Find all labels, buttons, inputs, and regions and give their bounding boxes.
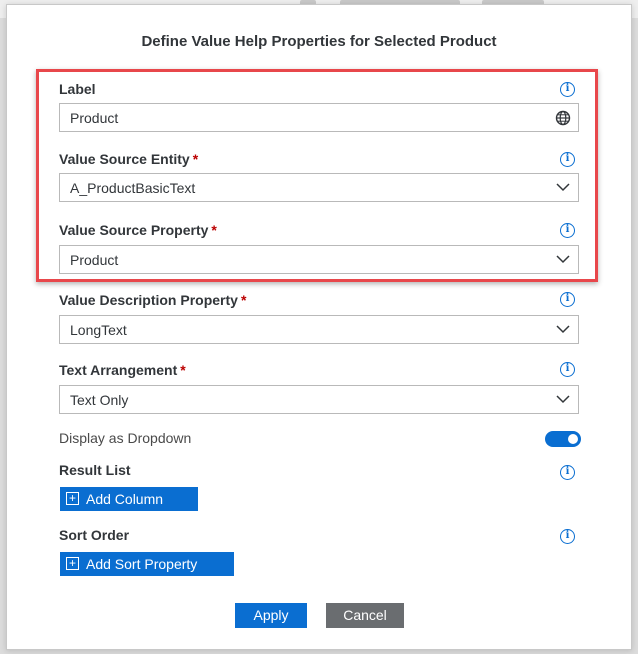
- apply-button[interactable]: Apply: [235, 603, 307, 628]
- info-icon[interactable]: i: [560, 529, 575, 544]
- result-list-text: Result List: [59, 462, 131, 478]
- value-help-dialog: Define Value Help Properties for Selecte…: [6, 4, 632, 650]
- cancel-button[interactable]: Cancel: [326, 603, 404, 628]
- value-description-property-text: Value Description Property: [59, 292, 238, 308]
- text-arrangement-label: Text Arrangement *: [59, 362, 186, 378]
- info-icon[interactable]: i: [560, 292, 575, 307]
- text-arrangement-value: Text Only: [70, 392, 129, 408]
- required-asterisk: *: [180, 362, 186, 378]
- add-sort-property-label: Add Sort Property: [86, 556, 198, 572]
- add-column-label: Add Column: [86, 491, 164, 507]
- info-icon[interactable]: i: [560, 465, 575, 480]
- display-as-dropdown-toggle[interactable]: [545, 431, 581, 447]
- plus-square-icon: +: [66, 492, 79, 505]
- value-description-property-label: Value Description Property *: [59, 292, 246, 308]
- info-icon[interactable]: i: [560, 362, 575, 377]
- value-description-property-value: LongText: [70, 322, 127, 338]
- value-description-property-select[interactable]: LongText: [59, 315, 579, 344]
- chevron-down-icon[interactable]: [556, 394, 570, 404]
- plus-square-icon: +: [66, 557, 79, 570]
- result-list-label: Result List: [59, 462, 131, 478]
- required-asterisk: *: [240, 292, 247, 308]
- dialog-title: Define Value Help Properties for Selecte…: [141, 33, 497, 50]
- add-column-button[interactable]: + Add Column: [60, 487, 198, 511]
- highlight-box: [36, 69, 598, 282]
- text-arrangement-select[interactable]: Text Only: [59, 385, 579, 414]
- add-sort-property-button[interactable]: + Add Sort Property: [60, 552, 234, 576]
- display-as-dropdown-label: Display as Dropdown: [59, 430, 192, 446]
- text-arrangement-text: Text Arrangement: [59, 362, 178, 378]
- chevron-down-icon[interactable]: [556, 324, 570, 334]
- toggle-knob: [568, 434, 578, 444]
- sort-order-label: Sort Order: [59, 527, 129, 543]
- sort-order-text: Sort Order: [59, 527, 130, 543]
